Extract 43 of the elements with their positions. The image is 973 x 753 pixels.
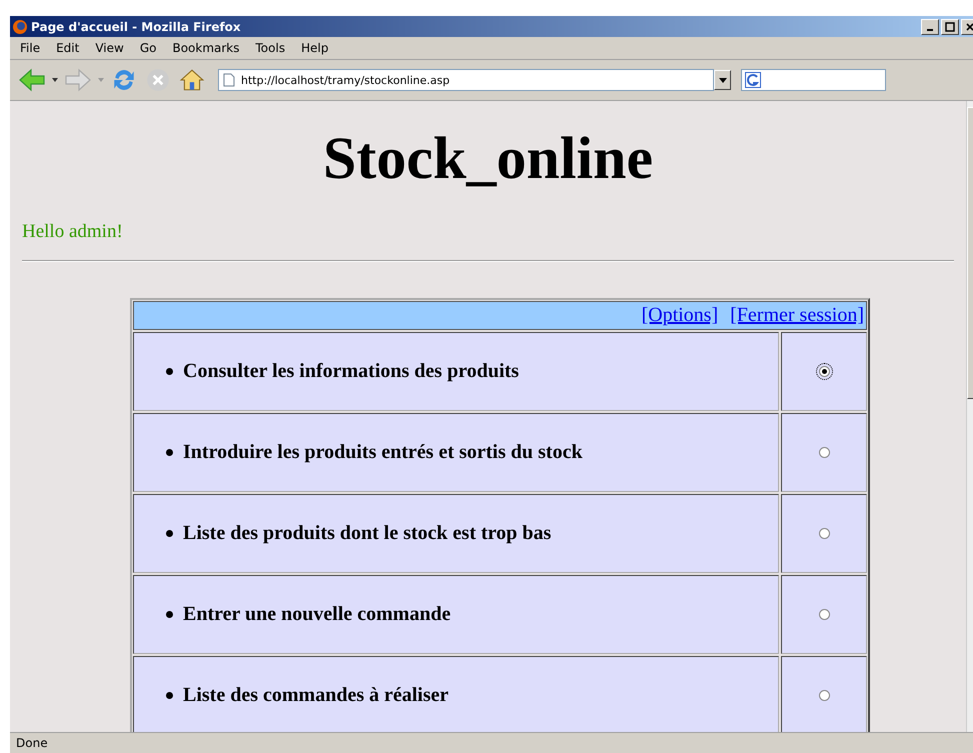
minimize-icon <box>927 28 933 30</box>
caret-icon <box>718 78 726 82</box>
option-label: Liste des commandes à réaliser <box>183 684 449 707</box>
home-icon[interactable] <box>178 67 206 93</box>
bullet-icon <box>166 449 173 456</box>
option-label: Consulter les informations des produits <box>183 360 519 383</box>
radio-button[interactable] <box>818 690 830 701</box>
maximize-icon <box>945 22 955 32</box>
option-label: Entrer une nouvelle commande <box>183 603 451 626</box>
minimize-button[interactable] <box>921 18 939 34</box>
header-link[interactable]: [Fermer session] <box>730 304 864 327</box>
radio-button[interactable] <box>818 447 830 458</box>
bullet-icon <box>166 368 173 375</box>
radio-button[interactable] <box>818 366 830 377</box>
menu-item[interactable]: File <box>12 41 48 55</box>
menu-item[interactable]: Tools <box>248 41 294 55</box>
bullet-icon <box>166 611 173 618</box>
radio-button[interactable] <box>818 528 830 539</box>
menu-item[interactable]: Bookmarks <box>164 41 248 55</box>
bullet-icon <box>166 692 173 699</box>
dropdown-caret-icon[interactable] <box>52 78 58 82</box>
header-link[interactable]: [Options] <box>641 304 718 327</box>
close-icon <box>965 22 973 32</box>
option-label: Introduire les produits entrés et sortis du stock <box>183 441 582 464</box>
page-heading: Stock_online <box>322 124 654 193</box>
status-text: Done <box>16 736 48 750</box>
window-title: Page d'accueil - Mozilla Firefox <box>31 20 242 34</box>
dropdown-button[interactable] <box>714 70 731 90</box>
greeting-text: Hello admin! <box>22 221 124 243</box>
search-engine-icon <box>745 72 761 88</box>
back-arrow-icon[interactable] <box>18 67 46 93</box>
browser-logo-icon <box>12 18 28 34</box>
menu-item[interactable]: Help <box>293 41 336 55</box>
page-icon <box>223 73 235 87</box>
address-field[interactable]: http://localhost/tramy/stockonline.asp <box>218 69 714 91</box>
search-field[interactable] <box>741 69 886 91</box>
bullet-icon <box>166 530 173 537</box>
menu-item[interactable]: Go <box>132 41 164 55</box>
menu-item[interactable]: View <box>87 41 132 55</box>
radio-button[interactable] <box>818 609 830 620</box>
menu-item[interactable]: Edit <box>48 41 88 55</box>
maximize-button[interactable] <box>941 18 959 34</box>
option-label: Liste des produits dont le stock est trop bas <box>183 522 552 545</box>
